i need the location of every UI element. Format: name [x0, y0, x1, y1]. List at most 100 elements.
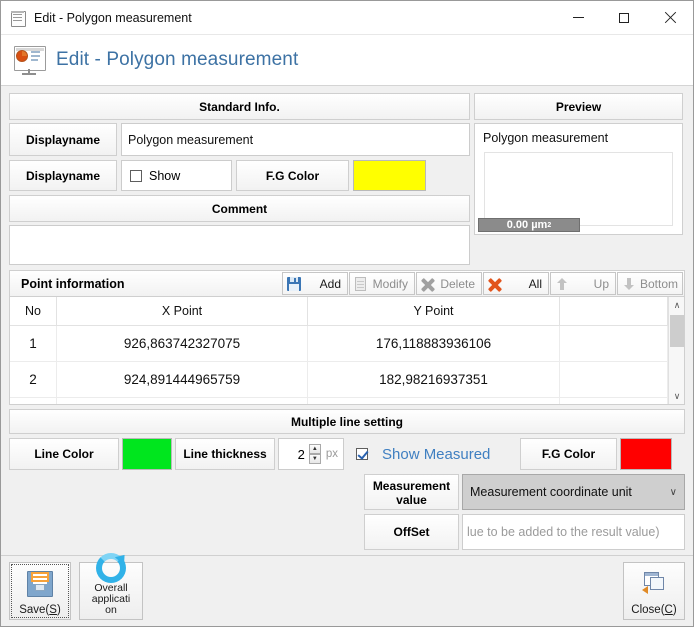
x-mark-red-icon	[487, 277, 503, 292]
column-header-blank	[559, 297, 668, 326]
scroll-up-button[interactable]: ∧	[669, 297, 684, 313]
measured-fg-color-swatch[interactable]	[620, 438, 672, 470]
show-checkbox[interactable]: Show	[121, 160, 232, 191]
cell-x: 936,725229133659	[56, 397, 308, 404]
cell-y: 190,892396657298	[307, 397, 560, 404]
displayname-show-label: Displayname	[9, 160, 117, 191]
comment-textarea[interactable]	[9, 225, 470, 265]
stepper-buttons[interactable]: ▲ ▼	[308, 444, 321, 464]
preview-scale-value: 0.00 µm	[506, 219, 548, 231]
top-section: Standard Info. Displayname Polygon measu…	[9, 93, 685, 265]
close-window-icon	[641, 563, 667, 604]
table-vertical-scrollbar[interactable]: ∧ ∨	[668, 297, 684, 404]
cell-y: 182,98216937351	[307, 361, 560, 398]
preview-body: Polygon measurement 0.00 µm 2	[474, 123, 683, 235]
standard-info-header: Standard Info.	[9, 93, 470, 120]
delete-all-points-label: All	[528, 276, 542, 291]
cell-no: 2	[10, 361, 57, 398]
dialog-content: Standard Info. Displayname Polygon measu…	[1, 86, 693, 555]
chevron-down-icon: ∨	[669, 486, 677, 498]
displayname-show-row: Displayname Show F.G Color	[9, 160, 470, 191]
fg-color-swatch[interactable]	[353, 160, 426, 191]
overall-application-label: Overall applicati on	[91, 582, 131, 616]
floppy-save-icon	[27, 563, 53, 604]
offset-input[interactable]: lue to be added to the result value)	[462, 514, 685, 550]
preview-panel: Preview Polygon measurement 0.00 µm 2	[474, 93, 683, 265]
table-row[interactable]: 1 926,863742327075 176,118883936106	[10, 325, 668, 362]
save-button-label: Save(S)	[19, 604, 61, 616]
close-button[interactable]	[647, 1, 693, 34]
cell-blank	[559, 361, 668, 398]
offset-label: OffSet	[364, 514, 459, 550]
delete-point-label: Delete	[440, 276, 475, 291]
window-title: Edit - Polygon measurement	[34, 10, 192, 25]
table-row[interactable]: 2 924,891444965759 182,98216937351	[10, 361, 668, 398]
multiple-line-setting-row: Line Color Line thickness 2 ▲ ▼ px Show …	[9, 438, 685, 470]
page-icon	[354, 276, 368, 291]
displayname-label: Displayname	[9, 123, 117, 156]
add-point-button[interactable]: Add	[282, 272, 348, 295]
checkbox-checked-icon	[356, 448, 368, 460]
modify-point-button[interactable]: Modify	[349, 272, 415, 295]
column-header-no: No	[10, 297, 57, 326]
measurement-unit-value: Measurement coordinate unit	[470, 485, 632, 499]
measurement-unit-select[interactable]: Measurement coordinate unit ∨	[462, 474, 685, 510]
line-thickness-unit: px	[325, 448, 338, 460]
displayname-input[interactable]: Polygon measurement	[121, 123, 470, 156]
line-color-button[interactable]: Line Color	[9, 438, 119, 470]
table-row[interactable]: 3 936,725229133659 190,892396657298	[10, 397, 668, 404]
move-up-label: Up	[593, 276, 609, 291]
preview-header: Preview	[474, 93, 683, 120]
line-thickness-label: Line thickness	[175, 438, 275, 470]
standard-info-panel: Standard Info. Displayname Polygon measu…	[9, 93, 470, 265]
cell-x: 924,891444965759	[56, 361, 308, 398]
measurement-value-label-line1: Measurement	[372, 479, 451, 493]
measurement-value-label: Measurement value	[364, 474, 459, 510]
preview-scale-exponent: 2	[547, 221, 552, 229]
minimize-icon	[572, 17, 584, 18]
cell-y: 176,118883936106	[307, 325, 560, 362]
line-color-swatch[interactable]	[122, 438, 172, 470]
move-bottom-label: Bottom	[640, 276, 679, 291]
edit-polygon-measurement-window: Edit - Polygon measurement Edit - Polygo…	[0, 0, 694, 627]
table-header-row: No X Point Y Point	[10, 297, 668, 326]
show-checkbox-label: Show	[149, 168, 181, 183]
displayname-row: Displayname Polygon measurement	[9, 123, 470, 156]
measured-fg-color-button[interactable]: F.G Color	[520, 438, 617, 470]
maximize-icon	[619, 12, 629, 23]
column-header-y: Y Point	[307, 297, 560, 326]
dialog-banner: Edit - Polygon measurement	[1, 35, 693, 86]
line-thickness-stepper[interactable]: 2 ▲ ▼ px	[278, 438, 344, 470]
minimize-button[interactable]	[555, 1, 601, 34]
cell-blank	[559, 325, 668, 362]
stepper-down-button[interactable]: ▼	[308, 454, 321, 464]
point-information-toolbar: Point information Add Modify Delete All	[9, 270, 685, 297]
overall-application-button[interactable]: Overall applicati on	[79, 551, 143, 620]
close-dialog-button[interactable]: Close(C)	[623, 562, 685, 620]
cell-no: 1	[10, 325, 57, 362]
cell-blank	[559, 397, 668, 404]
stepper-up-button[interactable]: ▲	[308, 444, 321, 454]
delete-point-button[interactable]: Delete	[416, 272, 482, 295]
maximize-button[interactable]	[601, 1, 647, 34]
show-measured-checkbox[interactable]: Show Measured	[344, 438, 520, 470]
close-button-label: Close(C)	[631, 604, 677, 616]
point-table: No X Point Y Point 1 926,863742327075 17…	[9, 297, 685, 405]
scrollbar-thumb[interactable]	[670, 315, 684, 347]
move-bottom-button[interactable]: Bottom	[617, 272, 683, 295]
page-title: Edit - Polygon measurement	[56, 49, 299, 70]
arrow-down-icon	[622, 277, 636, 291]
save-button[interactable]: Save(S)	[9, 562, 71, 620]
offset-label-text: OffSet	[393, 525, 430, 539]
preview-label: Polygon measurement	[483, 131, 609, 145]
measurement-value-row: Measurement value Measurement coordinate…	[9, 474, 685, 510]
delete-all-points-button[interactable]: All	[483, 272, 549, 295]
floppy-disk-icon	[287, 276, 301, 291]
close-icon	[664, 11, 677, 24]
line-thickness-value: 2	[297, 446, 305, 462]
column-header-x: X Point	[56, 297, 308, 326]
window-titlebar: Edit - Polygon measurement	[1, 1, 693, 35]
fg-color-button[interactable]: F.G Color	[236, 160, 349, 191]
scroll-down-button[interactable]: ∨	[669, 388, 684, 404]
move-up-button[interactable]: Up	[550, 272, 616, 295]
